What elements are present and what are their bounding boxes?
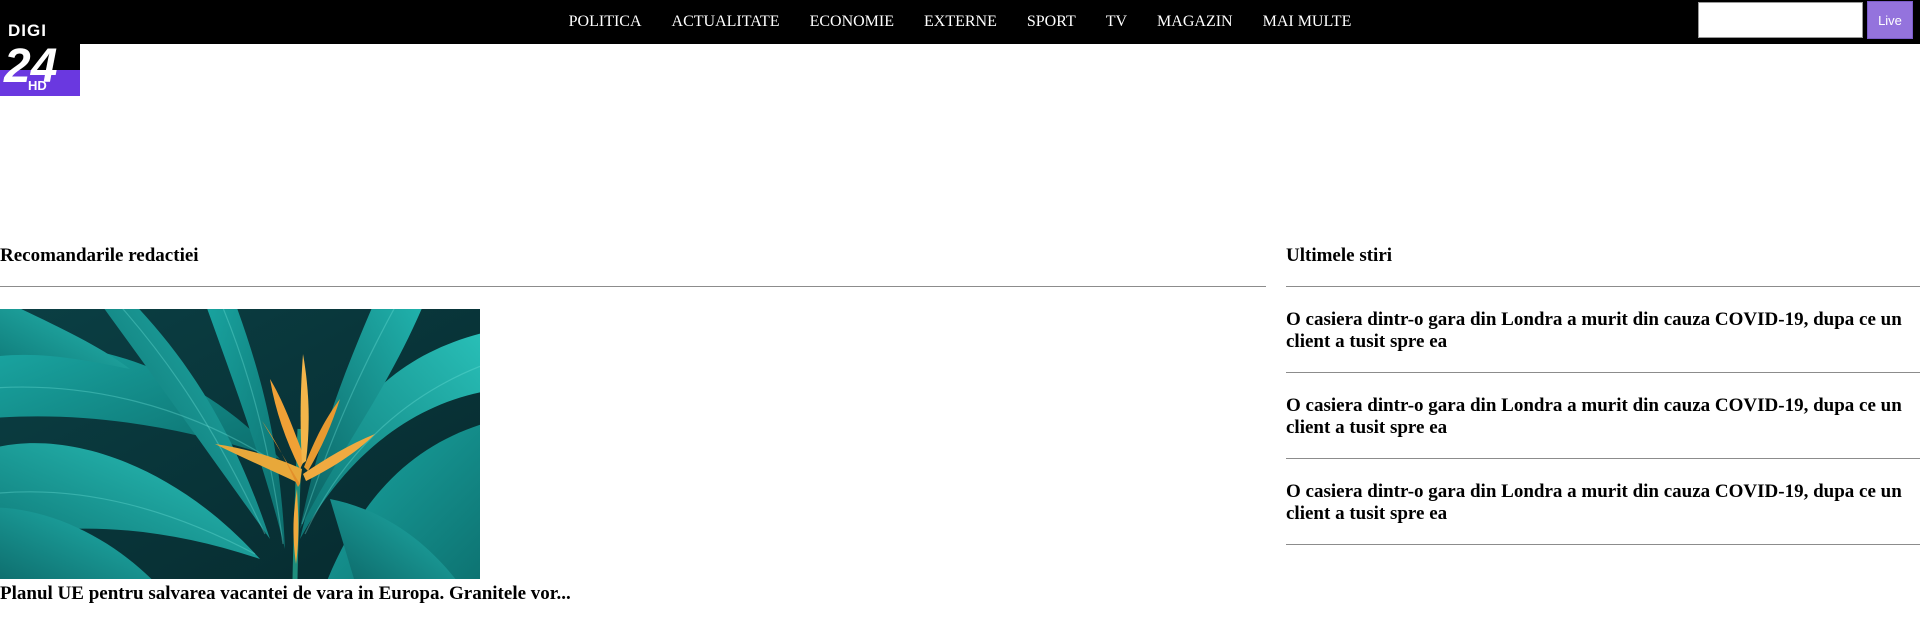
- nav-item-tv[interactable]: TV: [1091, 0, 1142, 44]
- nav-item-mai-multe[interactable]: MAI MULTE: [1248, 0, 1367, 44]
- nav-item-sport[interactable]: SPORT: [1012, 0, 1091, 44]
- nav-item-externe[interactable]: EXTERNE: [909, 0, 1012, 44]
- nav-item-politica[interactable]: POLITICA: [554, 0, 657, 44]
- search-area: Live: [1698, 1, 1913, 39]
- news-item-divider: [1286, 458, 1920, 459]
- nav-item-magazin[interactable]: MAGAZIN: [1142, 0, 1248, 44]
- logo-badge-text: HD: [28, 78, 47, 93]
- logo-graphic: DIGI 24 HD: [0, 0, 80, 96]
- tropical-leaves-flower-image: [0, 309, 480, 579]
- latest-news-item[interactable]: O casiera dintr-o gara din Londra a muri…: [1286, 395, 1920, 439]
- nav-item-actualitate[interactable]: ACTUALITATE: [657, 0, 795, 44]
- digi24-logo[interactable]: DIGI 24 HD: [0, 0, 80, 96]
- feature-article-headline[interactable]: Planul UE pentru salvarea vacantei de va…: [0, 583, 571, 605]
- logo-top-text: DIGI: [8, 21, 47, 40]
- latest-news-divider: [1286, 286, 1920, 287]
- recommendations-heading: Recomandarile redactiei: [0, 245, 199, 266]
- search-input[interactable]: [1698, 2, 1863, 38]
- latest-news-item[interactable]: O casiera dintr-o gara din Londra a muri…: [1286, 481, 1920, 525]
- latest-news-item[interactable]: O casiera dintr-o gara din Londra a muri…: [1286, 309, 1920, 353]
- news-item-divider: [1286, 544, 1920, 545]
- live-button[interactable]: Live: [1867, 1, 1913, 39]
- latest-news-heading: Ultimele stiri: [1286, 245, 1393, 266]
- nav-item-economie[interactable]: ECONOMIE: [795, 0, 909, 44]
- recommendations-divider: [0, 286, 1266, 287]
- feature-article-image[interactable]: [0, 309, 480, 579]
- news-item-divider: [1286, 372, 1920, 373]
